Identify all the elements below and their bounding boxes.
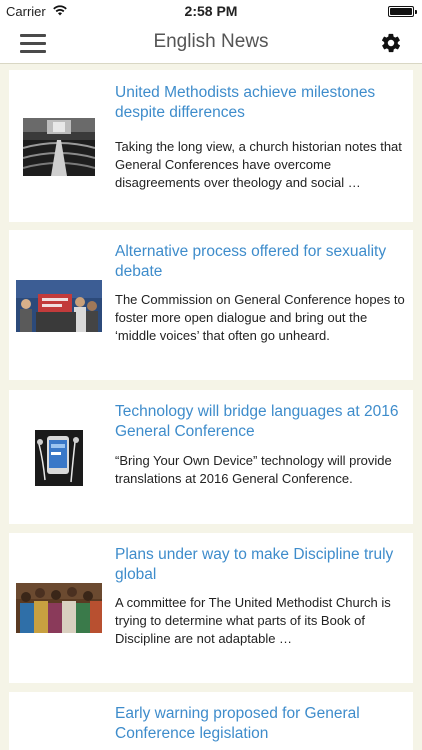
article-thumbnail (35, 430, 83, 486)
status-bar: Carrier 2:58 PM (0, 0, 422, 22)
article-thumbnail (23, 118, 95, 176)
article-summary: Taking the long view, a church historian… (115, 139, 402, 190)
article-headline[interactable]: United Methodists achieve milestones des… (115, 83, 405, 123)
gear-icon[interactable] (380, 32, 402, 54)
nav-bar: English News (0, 22, 422, 64)
news-card[interactable]: United Methodists achieve milestones des… (9, 70, 413, 222)
status-time: 2:58 PM (184, 3, 238, 19)
article-summary: The Commission on General Conference hop… (115, 292, 405, 343)
news-card[interactable]: Technology will bridge languages at 2016… (9, 390, 413, 524)
article-headline[interactable]: Technology will bridge languages at 2016… (115, 402, 405, 442)
battery-icon (388, 6, 417, 17)
article-thumbnail (16, 280, 102, 332)
article-headline[interactable]: Plans under way to make Discipline truly… (115, 545, 405, 585)
news-card[interactable]: Alternative process offered for sexualit… (9, 230, 413, 380)
news-card[interactable]: Early warning proposed for General Confe… (9, 692, 413, 750)
article-thumbnail (16, 583, 102, 633)
news-card[interactable]: Plans under way to make Discipline truly… (9, 533, 413, 683)
news-feed[interactable]: United Methodists achieve milestones des… (0, 64, 422, 750)
article-headline[interactable]: Early warning proposed for General Confe… (115, 704, 405, 744)
article-summary: A committee for The United Methodist Chu… (115, 595, 391, 646)
article-headline[interactable]: Alternative process offered for sexualit… (115, 242, 405, 282)
article-summary: “Bring Your Own Device” technology will … (115, 453, 392, 486)
page-title: English News (153, 31, 269, 52)
